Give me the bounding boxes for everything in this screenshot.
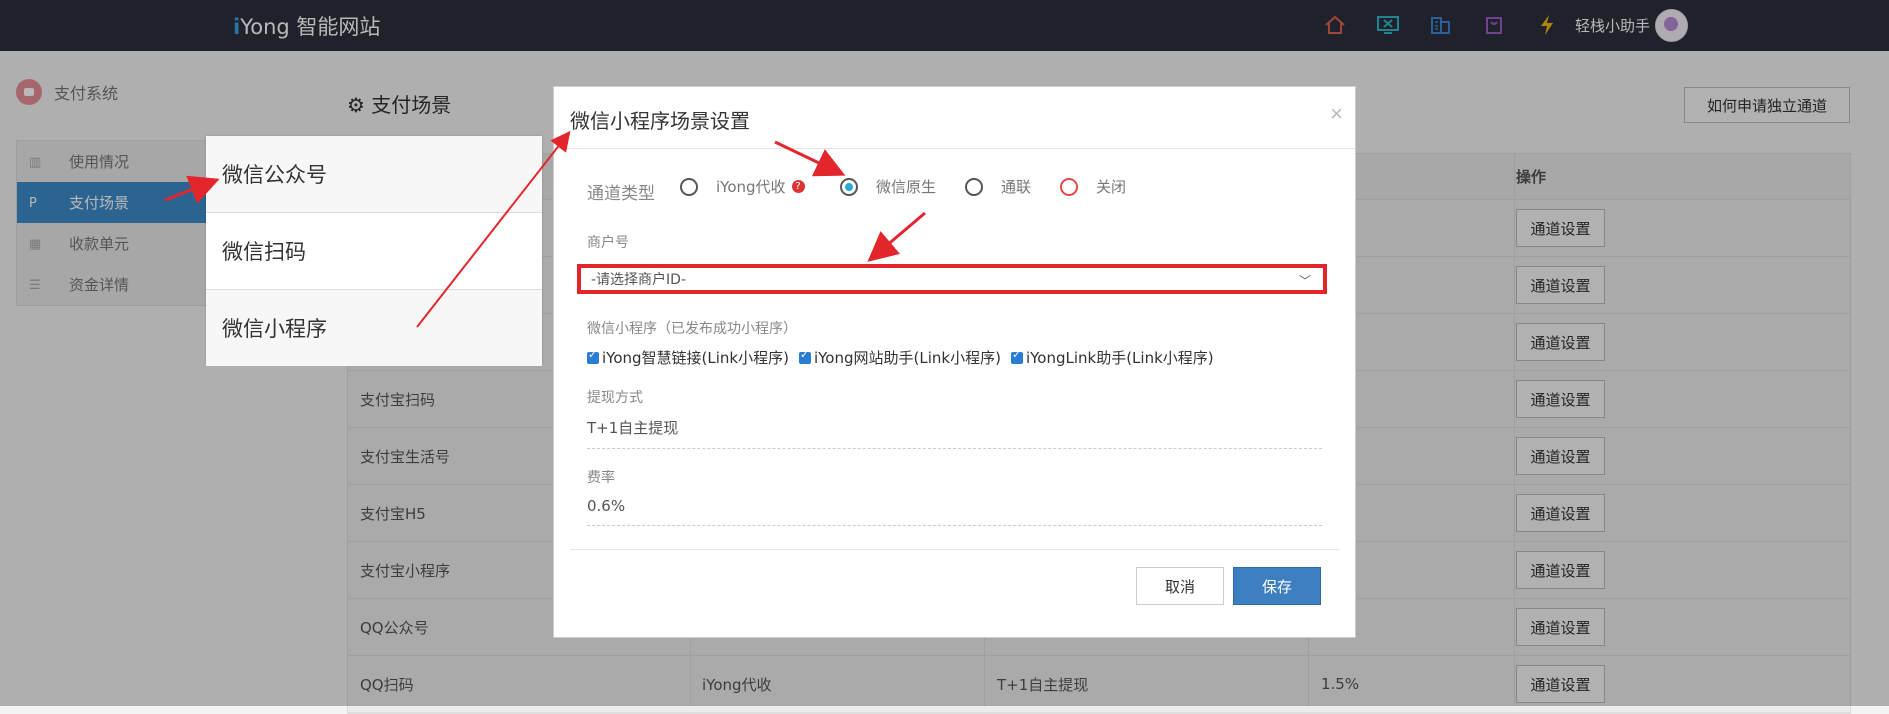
divider: [570, 549, 1339, 550]
callout-item-wechat-scan: 微信扫码: [206, 213, 542, 290]
radio-circle[interactable]: [1060, 177, 1078, 196]
radio-allinpay[interactable]: 通联: [965, 176, 1031, 197]
checkbox-checked[interactable]: [798, 348, 811, 364]
radio-circle-checked[interactable]: [840, 177, 858, 196]
radio-circle[interactable]: [965, 177, 983, 196]
scene-settings-modal: 微信小程序场景设置 × 通道类型 iYong代收 ? 微信原生 通联 关闭 商户…: [553, 86, 1356, 638]
checkbox-iyong-site-helper[interactable]: iYong网站助手(Link小程序): [798, 347, 1001, 368]
checkbox-checked[interactable]: [587, 348, 599, 364]
rate-label: 费率: [587, 470, 615, 486]
radio-close[interactable]: 关闭: [1060, 176, 1126, 197]
channel-type-label: 通道类型: [587, 184, 655, 204]
cancel-button[interactable]: 取消: [1136, 567, 1224, 605]
scene-callout: 微信公众号 微信扫码 微信小程序: [206, 136, 542, 366]
close-icon[interactable]: ×: [1330, 101, 1343, 127]
radio-circle[interactable]: [680, 177, 698, 196]
rate-value: 0.6%: [587, 497, 1322, 526]
miniapp-checkboxes: iYong智慧链接(Link小程序) iYong网站助手(Link小程序) iY…: [587, 347, 1214, 368]
checkbox-iyonglink-helper[interactable]: iYongLink助手(Link小程序): [1010, 347, 1214, 368]
modal-title: 微信小程序场景设置: [570, 109, 750, 133]
divider: [554, 148, 1355, 149]
radio-wechat-native[interactable]: 微信原生: [840, 176, 936, 197]
checkbox-iyong-smart-link[interactable]: iYong智慧链接(Link小程序): [587, 347, 789, 368]
merchant-select[interactable]: -请选择商户ID- ﹀: [577, 264, 1327, 294]
checkbox-checked[interactable]: [1010, 348, 1023, 364]
help-icon[interactable]: ?: [791, 180, 805, 193]
withdraw-value: T+1自主提现: [587, 417, 1322, 449]
chevron-down-icon: ﹀: [1298, 274, 1311, 288]
withdraw-label: 提现方式: [587, 390, 643, 406]
callout-item-wechat-official: 微信公众号: [206, 136, 542, 213]
miniapp-label: 微信小程序（已发布成功小程序）: [587, 321, 797, 337]
radio-iyong[interactable]: iYong代收 ?: [680, 176, 805, 197]
merchant-label: 商户号: [587, 235, 629, 251]
callout-item-wechat-miniapp: 微信小程序: [206, 290, 542, 366]
save-button[interactable]: 保存: [1233, 567, 1321, 605]
